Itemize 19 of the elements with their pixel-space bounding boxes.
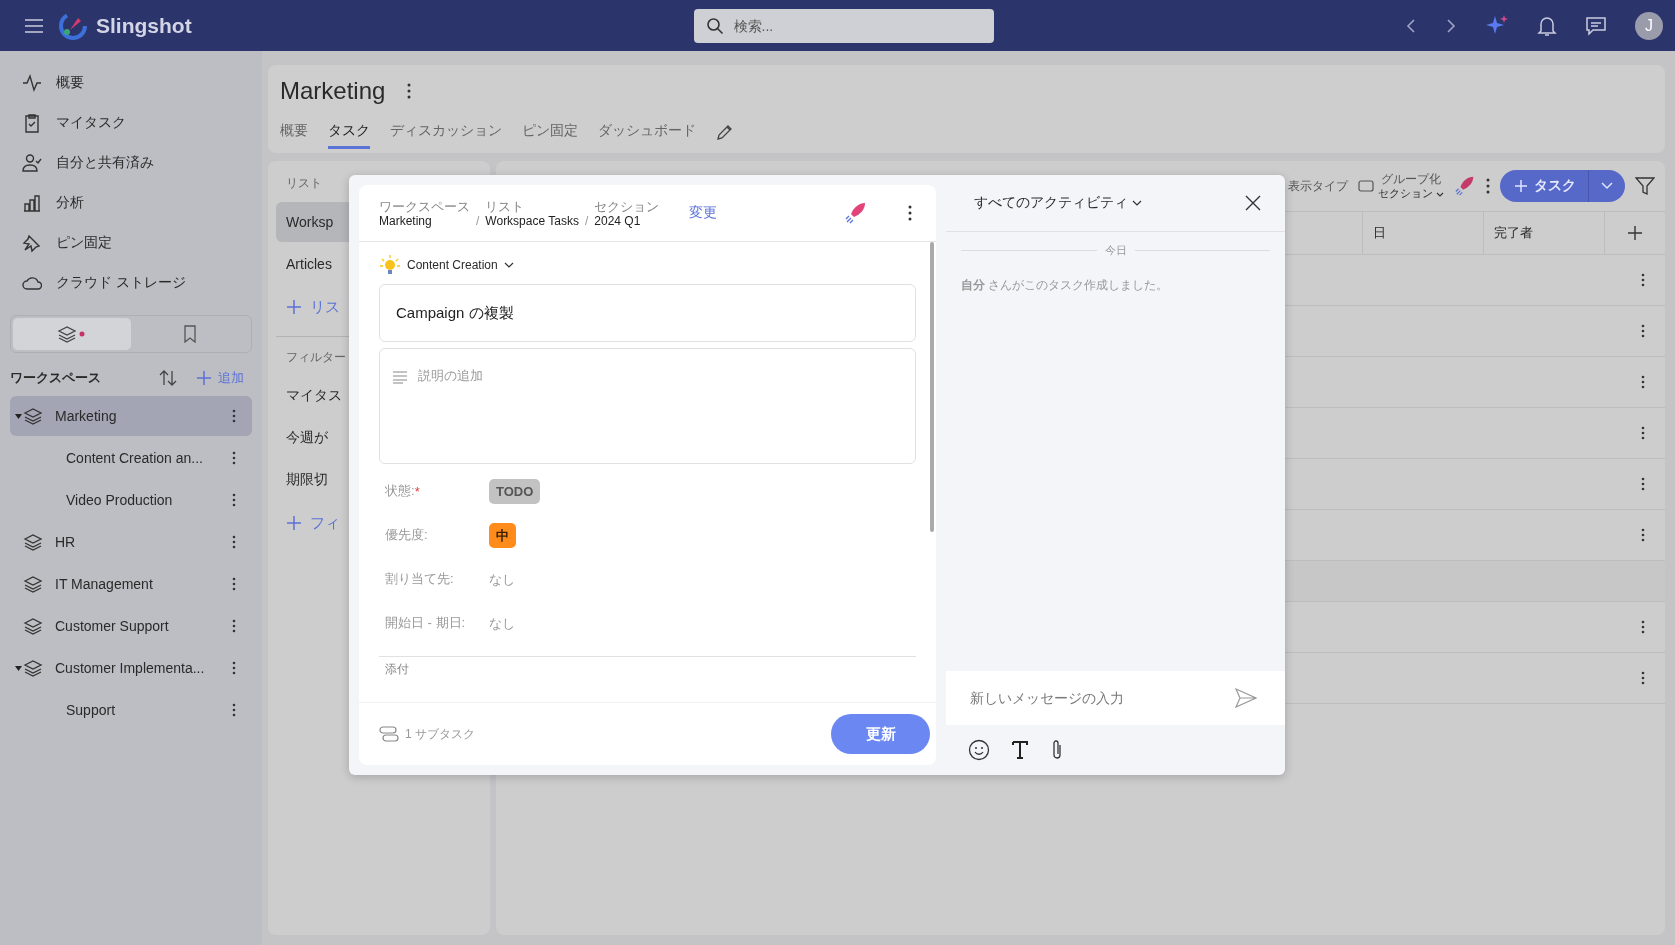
attachments-label: 添付: [384, 661, 409, 678]
section-title: リスト: [285, 175, 323, 192]
activity-entry: 自分 さんがこのタスク作成しました。: [960, 277, 1170, 294]
field-label: 優先度:: [385, 526, 429, 544]
breadcrumb-separator: /: [584, 213, 589, 228]
field-label: 割り当て先:: [385, 570, 455, 588]
section-title: ワークスペース: [10, 369, 102, 387]
breadcrumb-separator: /: [476, 213, 480, 228]
breadcrumb-caption: セクション: [594, 198, 660, 214]
page-title: Marketing: [280, 77, 386, 105]
field-label: 開始日 - 期日:: [385, 614, 467, 632]
app-name: Slingshot: [96, 13, 192, 38]
column-header: 日: [1362, 212, 1483, 254]
breadcrumb-caption: リスト: [485, 198, 526, 214]
field-label: 状態:*: [385, 482, 421, 501]
date-divider-label: 今日: [1104, 243, 1127, 258]
column-header: 完了者: [1483, 212, 1604, 254]
breadcrumb-caption: ワークスペース: [379, 198, 470, 214]
section-title: フィルター: [285, 349, 347, 366]
